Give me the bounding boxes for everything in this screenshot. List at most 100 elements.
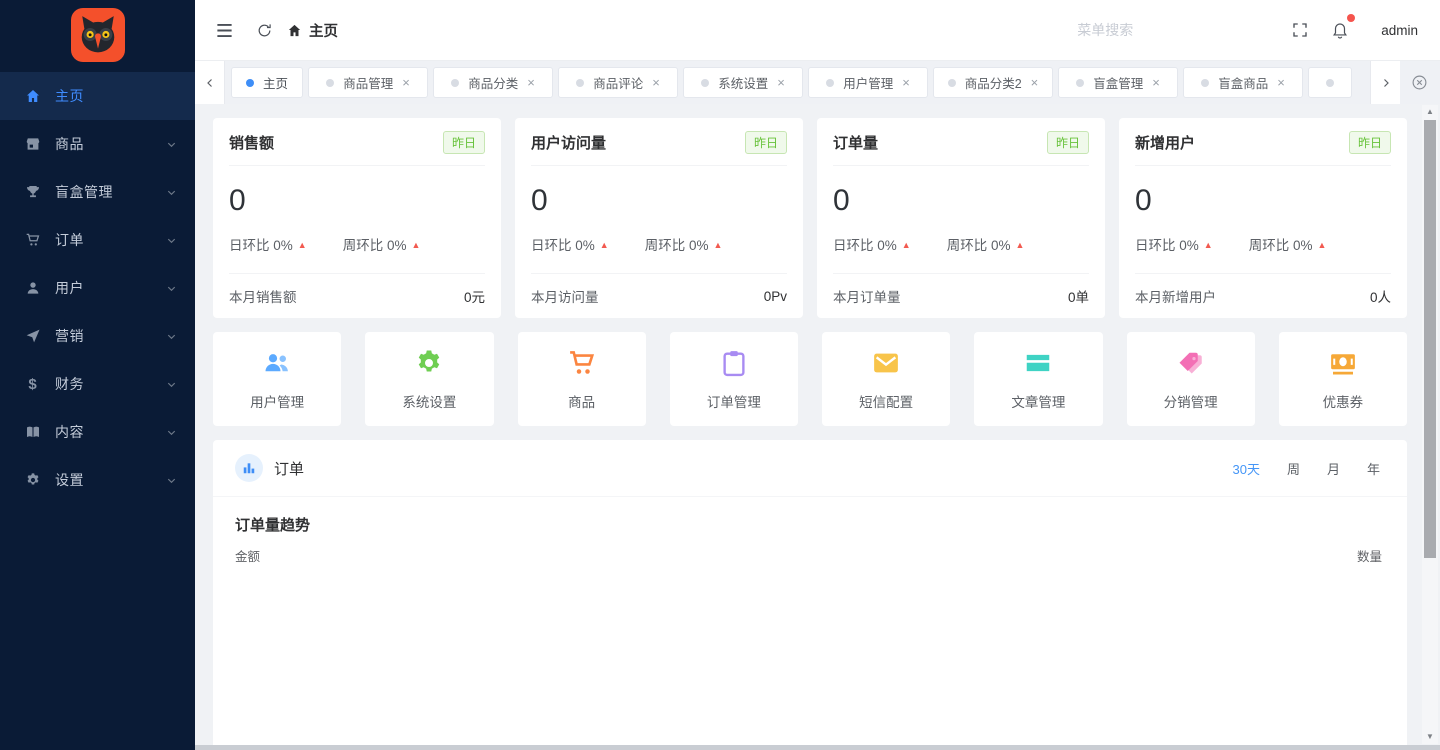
card-title: 用户访问量 <box>531 132 606 153</box>
close-all-tabs-icon[interactable] <box>1406 70 1432 96</box>
tab-system-settings[interactable]: 系统设置 × <box>683 67 803 98</box>
quick-link-sms-config[interactable]: 短信配置 <box>822 332 950 426</box>
sidebar-item-marketing[interactable]: 营销 <box>0 312 195 360</box>
sidebar-item-users[interactable]: 用户 <box>0 264 195 312</box>
tab-partial[interactable] <box>1308 67 1352 98</box>
chevron-right-icon <box>1380 77 1392 89</box>
sidebar: 主页 商品 盲盒管理 <box>0 0 195 750</box>
sidebar-item-label: 商品 <box>55 134 84 154</box>
card-header: 销售额 昨日 <box>229 131 485 166</box>
bottom-edge <box>195 745 1440 750</box>
cart-icon <box>566 347 598 379</box>
clipboard-icon <box>718 347 750 379</box>
quick-link-label: 订单管理 <box>707 391 761 411</box>
menu-search-input[interactable] <box>1077 22 1227 38</box>
tags-icon <box>1175 347 1207 379</box>
range-week[interactable]: 周 <box>1287 459 1300 478</box>
refresh-button[interactable] <box>247 13 281 47</box>
sidebar-item-label: 内容 <box>55 422 84 442</box>
sidebar-item-finance[interactable]: $ 财务 <box>0 360 195 408</box>
yesterday-badge: 昨日 <box>745 131 787 154</box>
tab-label: 商品管理 <box>343 73 393 92</box>
notifications-button[interactable] <box>1323 13 1357 47</box>
card-ratios: 日环比 0%▲ 周环比 0%▲ <box>833 234 1089 254</box>
range-month[interactable]: 月 <box>1327 459 1340 478</box>
sidebar-nav: 主页 商品 盲盒管理 <box>0 70 195 504</box>
tab-blindbox-manage[interactable]: 盲盒管理 × <box>1058 67 1178 98</box>
up-triangle-icon: ▲ <box>298 240 307 250</box>
tab-close-icon[interactable]: × <box>1152 76 1160 89</box>
quick-link-system-settings[interactable]: 系统设置 <box>365 332 493 426</box>
tab-label: 盲盒管理 <box>1093 73 1143 92</box>
card-header: 新增用户 昨日 <box>1135 131 1391 166</box>
user-icon <box>24 280 41 297</box>
empty-chart-area <box>235 565 1385 735</box>
quick-link-user-manage[interactable]: 用户管理 <box>213 332 341 426</box>
quick-link-distribution-manage[interactable]: 分销管理 <box>1127 332 1255 426</box>
footer-value: 0Pv <box>764 289 787 304</box>
tabs-scroll-right-button[interactable] <box>1370 61 1400 104</box>
card-footer: 本月销售额 0元 <box>229 273 485 318</box>
quick-link-order-manage[interactable]: 订单管理 <box>670 332 798 426</box>
range-year[interactable]: 年 <box>1367 459 1380 478</box>
quick-link-label: 分销管理 <box>1164 391 1218 411</box>
tab-close-icon[interactable]: × <box>777 76 785 89</box>
vertical-scrollbar[interactable]: ▲ ▼ <box>1422 105 1438 744</box>
tab-goods-comments[interactable]: 商品评论 × <box>558 67 678 98</box>
day-ratio: 日环比 0%▲ <box>531 234 609 254</box>
scrollbar-up-arrow-icon[interactable]: ▲ <box>1422 105 1438 119</box>
tab-goods-category[interactable]: 商品分类 × <box>433 67 553 98</box>
sidebar-item-settings[interactable]: 设置 <box>0 456 195 504</box>
tab-user-manage[interactable]: 用户管理 × <box>808 67 928 98</box>
app-logo[interactable] <box>71 8 125 62</box>
scrollbar-down-arrow-icon[interactable]: ▼ <box>1422 730 1438 744</box>
quick-link-article-manage[interactable]: 文章管理 <box>974 332 1102 426</box>
up-triangle-icon: ▲ <box>1317 240 1326 250</box>
range-30days[interactable]: 30天 <box>1232 459 1259 478</box>
sidebar-item-blindbox[interactable]: 盲盒管理 <box>0 168 195 216</box>
quick-link-coupons[interactable]: 优惠券 <box>1279 332 1407 426</box>
tab-close-icon[interactable]: × <box>402 76 410 89</box>
tab-goods-manage[interactable]: 商品管理 × <box>308 67 428 98</box>
tab-close-icon[interactable]: × <box>1031 76 1039 89</box>
sidebar-item-label: 设置 <box>55 470 84 490</box>
order-panel-title: 订单 <box>274 458 304 479</box>
tab-status-dot <box>948 79 956 87</box>
notification-badge-dot <box>1347 14 1355 22</box>
scrollbar-thumb[interactable] <box>1424 120 1436 558</box>
chart-title: 订单量趋势 <box>235 514 1385 535</box>
sidebar-item-orders[interactable]: 订单 <box>0 216 195 264</box>
tab-blindbox-goods[interactable]: 盲盒商品 × <box>1183 67 1303 98</box>
tab-home[interactable]: 主页 <box>231 67 303 98</box>
card-header: 订单量 昨日 <box>833 131 1089 166</box>
footer-value: 0元 <box>464 286 485 306</box>
sidebar-item-home[interactable]: 主页 <box>0 72 195 120</box>
collapse-sidebar-button[interactable] <box>207 13 241 47</box>
tab-goods-category2[interactable]: 商品分类2 × <box>933 67 1053 98</box>
quick-link-goods[interactable]: 商品 <box>518 332 646 426</box>
up-triangle-icon: ▲ <box>1204 240 1213 250</box>
sidebar-item-goods[interactable]: 商品 <box>0 120 195 168</box>
tab-close-icon[interactable]: × <box>1277 76 1285 89</box>
chevron-down-icon <box>166 283 177 294</box>
breadcrumb[interactable]: 主页 <box>287 20 338 41</box>
topbar: 主页 admin <box>195 0 1440 61</box>
user-menu[interactable]: admin <box>1381 23 1418 38</box>
mail-icon <box>870 347 902 379</box>
fullscreen-button[interactable] <box>1283 13 1317 47</box>
tab-close-icon[interactable]: × <box>652 76 660 89</box>
tabs-scroll-left-button[interactable] <box>195 61 225 104</box>
chevron-down-icon <box>166 427 177 438</box>
tab-close-icon[interactable]: × <box>527 76 535 89</box>
tab-status-dot <box>576 79 584 87</box>
hamburger-icon <box>215 21 234 40</box>
quick-link-label: 用户管理 <box>250 391 304 411</box>
quick-link-label: 系统设置 <box>402 391 456 411</box>
yesterday-badge: 昨日 <box>1349 131 1391 154</box>
gear-icon <box>24 472 41 489</box>
bell-icon <box>1331 21 1349 39</box>
sidebar-item-content[interactable]: 内容 <box>0 408 195 456</box>
tab-close-icon[interactable]: × <box>902 76 910 89</box>
home-icon <box>287 23 302 38</box>
tab-status-dot <box>246 79 254 87</box>
